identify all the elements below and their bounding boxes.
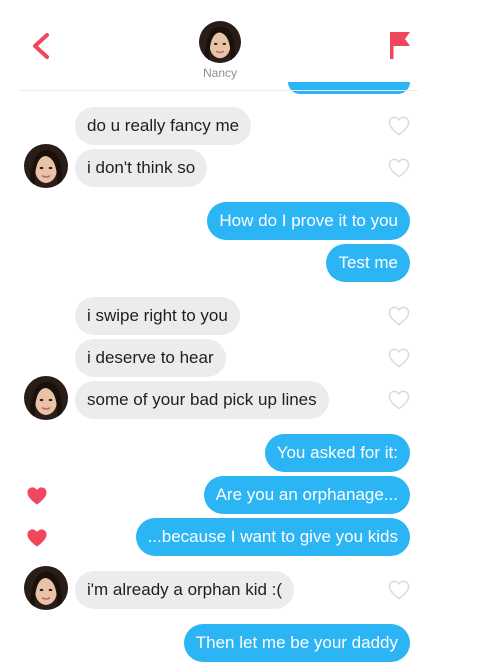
heart-outline-icon[interactable] [388,348,410,368]
message-incoming[interactable]: some of your bad pick up lines [75,381,329,419]
contact-avatar[interactable] [199,21,241,63]
message-incoming[interactable]: i swipe right to you [75,297,240,335]
heart-outline-icon[interactable] [388,390,410,410]
heart-outline-icon[interactable] [388,116,410,136]
chat-header: Nancy [0,0,497,92]
previous-message-bubble [288,82,410,94]
message-incoming[interactable]: do u really fancy me [75,107,252,145]
message-outgoing[interactable]: Test me [326,244,410,282]
message-outgoing[interactable]: Then let me be your daddy [183,624,410,662]
heart-outline-icon[interactable] [388,306,410,326]
heart-liked-icon [26,528,48,548]
message-outgoing[interactable]: How do I prove it to you [207,202,410,240]
message-outgoing[interactable]: ...because I want to give you kids [135,518,410,556]
message-incoming[interactable]: i deserve to hear [75,339,226,377]
message-outgoing[interactable]: You asked for it: [264,434,410,472]
heart-outline-icon[interactable] [388,158,410,178]
heart-outline-icon[interactable] [388,580,410,600]
contact-avatar-small[interactable] [24,566,68,610]
flag-icon[interactable] [388,30,412,60]
contact-avatar-small[interactable] [24,144,68,188]
message-incoming[interactable]: i'm already a orphan kid :( [75,571,295,609]
heart-liked-icon [26,486,48,506]
contact-name[interactable]: Nancy [170,66,270,80]
header-divider [18,90,418,91]
message-incoming[interactable]: i don't think so [75,149,208,187]
contact-avatar-small[interactable] [24,376,68,420]
chevron-left-icon[interactable] [30,32,52,60]
message-outgoing[interactable]: Are you an orphanage... [203,476,410,514]
